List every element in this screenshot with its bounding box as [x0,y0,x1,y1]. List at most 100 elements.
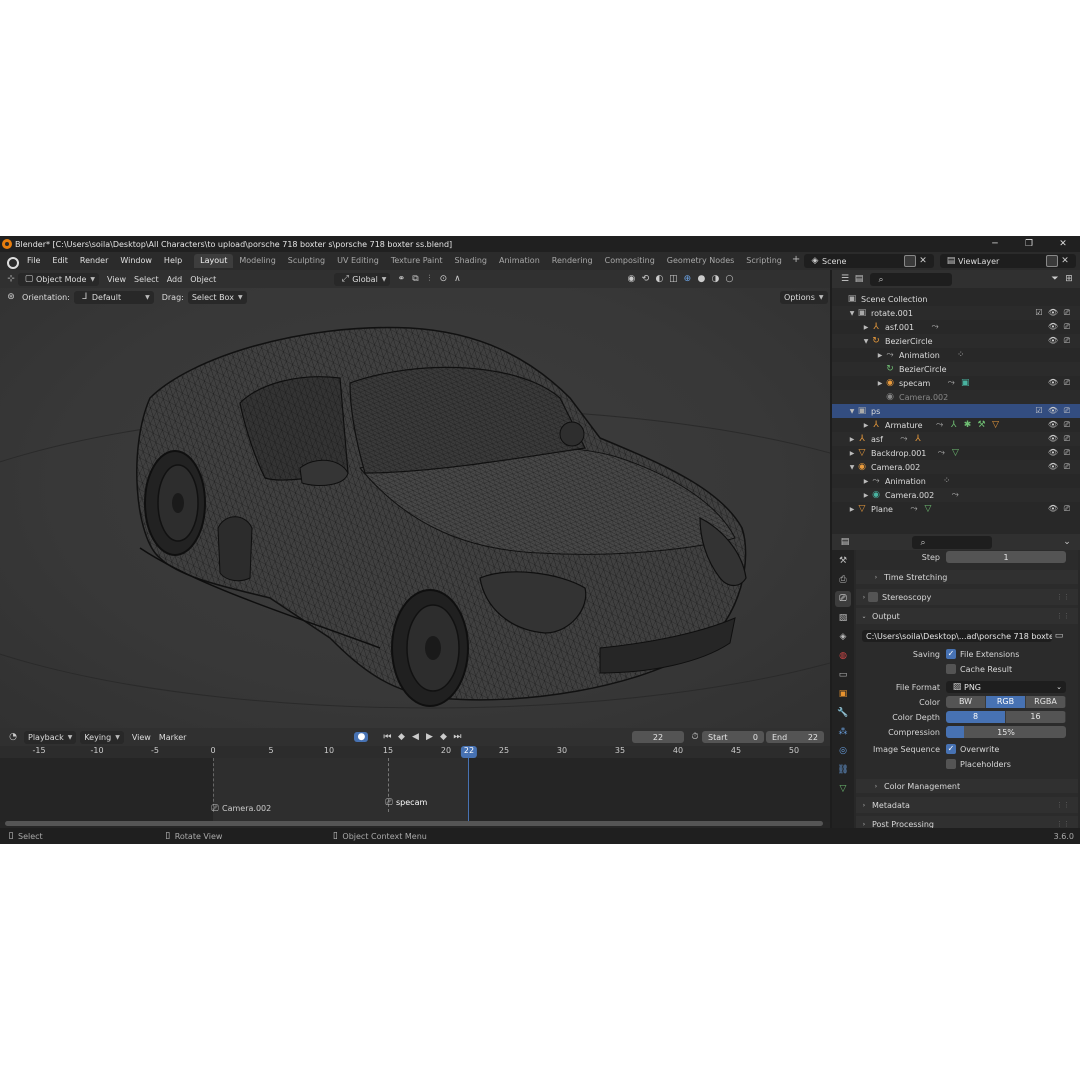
camera-render-icon[interactable]: ⎚ [1060,420,1074,430]
menu-select[interactable]: Select [134,275,159,284]
playhead-line[interactable] [468,746,469,822]
wireframe-shading-icon[interactable]: ⊕ [680,274,694,284]
stereoscopy-panel[interactable]: › Stereoscopy ⋮⋮ [856,589,1078,605]
object-tab-icon[interactable]: ▣ [835,686,851,702]
metadata-panel[interactable]: › Metadata ⋮⋮ [856,797,1078,813]
eye-icon[interactable]: 👁 [1046,434,1060,444]
drag-handle-icon[interactable]: ⋮⋮ [1056,612,1070,620]
timeline-editor-icon[interactable]: ◔ [6,732,20,742]
menu-help[interactable]: Help [158,252,188,270]
outliner-row[interactable]: ↻ BezierCircle [832,362,1080,376]
jump-start-icon[interactable]: ⏮ [380,732,394,742]
next-keyframe-icon[interactable]: ◆ [436,732,450,742]
object-mode-dropdown[interactable]: ▢ Object Mode ▼ [18,272,100,286]
solid-shading-icon[interactable]: ● [694,274,708,284]
expand-icon[interactable]: ▶ [862,478,870,485]
expand-icon[interactable]: ▶ [876,352,884,359]
timeline-scrollbar[interactable] [5,821,823,826]
tab-animation[interactable]: Animation [493,254,546,268]
view-layer-selector[interactable]: ▤ ViewLayer ✕ [940,254,1076,268]
timeline-view-menu[interactable]: View [132,733,151,742]
outliner-row[interactable]: ▶ ◉ specam ⤳ ▣ 👁 ⎚ [832,376,1080,390]
menu-window[interactable]: Window [114,252,158,270]
tab-sculpting[interactable]: Sculpting [282,254,331,268]
delete-view-layer-icon[interactable]: ✕ [1058,256,1072,266]
particles-tab-icon[interactable]: ⁂ [835,724,851,740]
menu-render[interactable]: Render [74,252,114,270]
eye-icon[interactable]: 👁 [1046,504,1060,514]
outliner-row[interactable]: ▼ ↻ BezierCircle 👁 ⎚ [832,334,1080,348]
new-view-layer-icon[interactable] [1046,255,1058,267]
start-frame-field[interactable]: Start 0 [702,731,764,743]
outliner-row[interactable]: ▣ Scene Collection [832,292,1080,306]
xray-icon[interactable]: ◫ [666,274,680,284]
eye-icon[interactable]: 👁 [1046,462,1060,472]
outliner-row[interactable]: ▶ ◉ Camera.002 ⤳ [832,488,1080,502]
snap-target-icon[interactable]: ⫶ [422,274,436,284]
stopwatch-icon[interactable]: ⏱ [688,732,702,742]
close-button[interactable]: ✕ [1046,236,1080,252]
camera-render-icon[interactable]: ⎚ [1060,504,1074,514]
checkbox-icon[interactable]: ☑ [1032,308,1046,318]
editor-type-icon[interactable]: ⊹ [4,274,18,284]
minimize-button[interactable]: ─ [978,236,1012,252]
file-format-dropdown[interactable]: ▨ PNG ⌄ [946,681,1066,693]
outliner-row[interactable]: ▶ ▽ Backdrop.001 ⤳ ▽ 👁 ⎚ [832,446,1080,460]
outliner-row[interactable]: ▶ ⤳ Animation ⁘ [832,348,1080,362]
new-collection-icon[interactable]: ⊞ [1062,274,1076,284]
outliner-editor-icon[interactable]: ☰ [838,274,852,284]
overwrite-checkbox[interactable]: ✓ [946,744,956,754]
outliner-row-selected[interactable]: ▼ ▣ ps ☑ 👁 ⎚ [832,404,1080,418]
options-dropdown[interactable]: Options ▼ [780,290,828,304]
transform-orientation-dropdown[interactable]: ⤢ Global ▼ [334,272,391,286]
tool-tab-icon[interactable]: ⚒ [835,553,851,569]
marker-menu[interactable]: Marker [159,733,187,742]
cache-result-checkbox[interactable] [946,664,956,674]
frame-ruler[interactable]: -15 -10 -5 0 5 10 15 20 25 30 35 40 45 5… [0,746,830,758]
outliner-row[interactable]: ▶ ▽ Plane ⤳ ▽ 👁 ⎚ [832,502,1080,516]
expand-icon[interactable]: ▶ [862,422,870,429]
tab-uv-editing[interactable]: UV Editing [331,254,385,268]
outliner-row[interactable]: ◉ Camera.002 [832,390,1080,404]
snap-icon[interactable]: ⧉ [408,274,422,284]
material-shading-icon[interactable]: ◑ [708,274,722,284]
menu-object[interactable]: Object [190,275,216,284]
current-frame-field[interactable]: 22 [632,731,684,743]
outliner-row[interactable]: ▶ ⅄ asf ⤳ ⅄ 👁 ⎚ [832,432,1080,446]
tab-compositing[interactable]: Compositing [599,254,661,268]
tab-shading[interactable]: Shading [448,254,493,268]
constraints-tab-icon[interactable]: ⛓ [835,762,851,778]
post-processing-panel[interactable]: › Post Processing ⋮⋮ [856,816,1078,828]
tab-modeling[interactable]: Modeling [233,254,281,268]
color-depth-16-option[interactable]: 16 [1006,711,1066,723]
overlay-icon[interactable]: ◐ [652,274,666,284]
placeholders-checkbox[interactable] [946,759,956,769]
camera-render-icon[interactable]: ⎚ [1060,448,1074,458]
drag-handle-icon[interactable]: ⋮⋮ [1056,820,1070,828]
gizmo-icon[interactable]: ⟲ [638,274,652,284]
pivot-icon[interactable]: ⚭ [394,274,408,284]
chevron-down-icon[interactable]: ⌄ [1060,537,1074,547]
filter-icon[interactable]: ⏷ [1048,274,1062,284]
eye-icon[interactable]: 👁 [1046,308,1060,318]
marker-camera002[interactable]: ⎚ Camera.002 [208,804,271,814]
drag-dropdown[interactable]: Select Box ▼ [187,290,247,304]
falloff-icon[interactable]: ∧ [450,274,464,284]
maximize-button[interactable]: ❐ [1012,236,1046,252]
render-tab-icon[interactable]: ⎙ [835,572,851,588]
view-layer-tab-icon[interactable]: ▧ [835,610,851,626]
world-tab-icon[interactable]: ◍ [835,648,851,664]
data-tab-icon[interactable]: ▽ [835,781,851,797]
output-tab-icon[interactable]: ⎚ [835,591,851,607]
camera-render-icon[interactable]: ⎚ [1060,462,1074,472]
prev-keyframe-icon[interactable]: ◆ [394,732,408,742]
drag-handle-icon[interactable]: ⋮⋮ [1056,801,1070,809]
outliner-row[interactable]: ▼ ◉ Camera.002 👁 ⎚ [832,460,1080,474]
tab-scripting[interactable]: Scripting [740,254,788,268]
delete-scene-icon[interactable]: ✕ [916,256,930,266]
expand-icon[interactable]: ▼ [848,464,856,471]
compression-slider[interactable]: 15% [946,726,1066,738]
camera-render-icon[interactable]: ⎚ [1060,322,1074,332]
visibility-icon[interactable]: ◉ [624,274,638,284]
expand-icon[interactable]: ▶ [848,436,856,443]
